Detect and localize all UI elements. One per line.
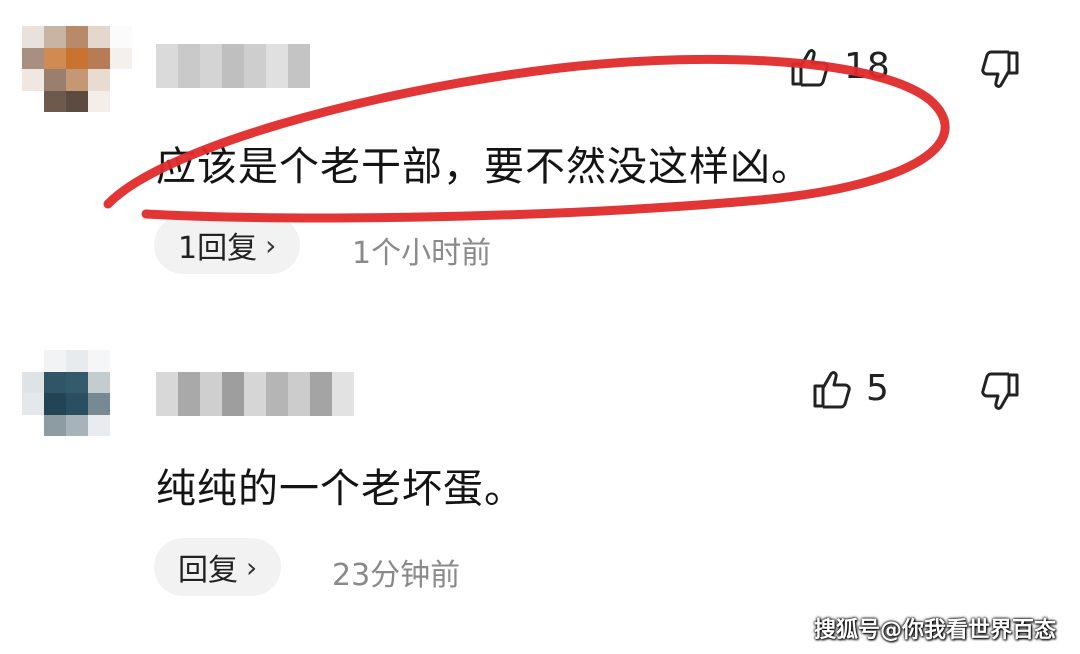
thumbs-down-icon xyxy=(980,50,1020,90)
comment-item-1: 18 应该是个老干部，要不然没这样凶。 1回复 › 1个小时前 xyxy=(0,0,1080,300)
like-count: 5 xyxy=(866,368,889,409)
comment-text: 纯纯的一个老坏蛋。 xyxy=(156,466,525,512)
thumbs-up-icon xyxy=(790,47,830,87)
comment-text: 应该是个老干部，要不然没这样凶。 xyxy=(156,144,812,190)
reply-label: 1回复 xyxy=(178,231,258,266)
like-button[interactable]: 5 xyxy=(812,368,889,409)
chevron-right-icon: › xyxy=(246,550,258,584)
username-blurred[interactable] xyxy=(156,372,354,416)
reply-label: 回复 xyxy=(178,553,238,588)
username-blurred[interactable] xyxy=(156,44,310,88)
like-button[interactable]: 18 xyxy=(790,46,890,87)
reply-button[interactable]: 回复 › xyxy=(154,538,282,596)
dislike-button[interactable] xyxy=(980,372,1020,412)
thumbs-down-icon xyxy=(980,372,1020,412)
source-watermark: 搜狐号@你我看世界百态 xyxy=(813,618,1056,643)
avatar[interactable] xyxy=(22,26,132,112)
like-count: 18 xyxy=(844,46,890,87)
dislike-button[interactable] xyxy=(980,50,1020,90)
comment-timestamp: 23分钟前 xyxy=(332,558,461,593)
chevron-right-icon: › xyxy=(265,228,277,262)
thumbs-up-icon xyxy=(812,369,852,409)
reply-button[interactable]: 1回复 › xyxy=(154,216,301,274)
comment-item-2: 5 纯纯的一个老坏蛋。 回复 › 23分钟前 xyxy=(0,320,1080,620)
comment-timestamp: 1个小时前 xyxy=(352,236,492,271)
avatar[interactable] xyxy=(22,350,132,436)
